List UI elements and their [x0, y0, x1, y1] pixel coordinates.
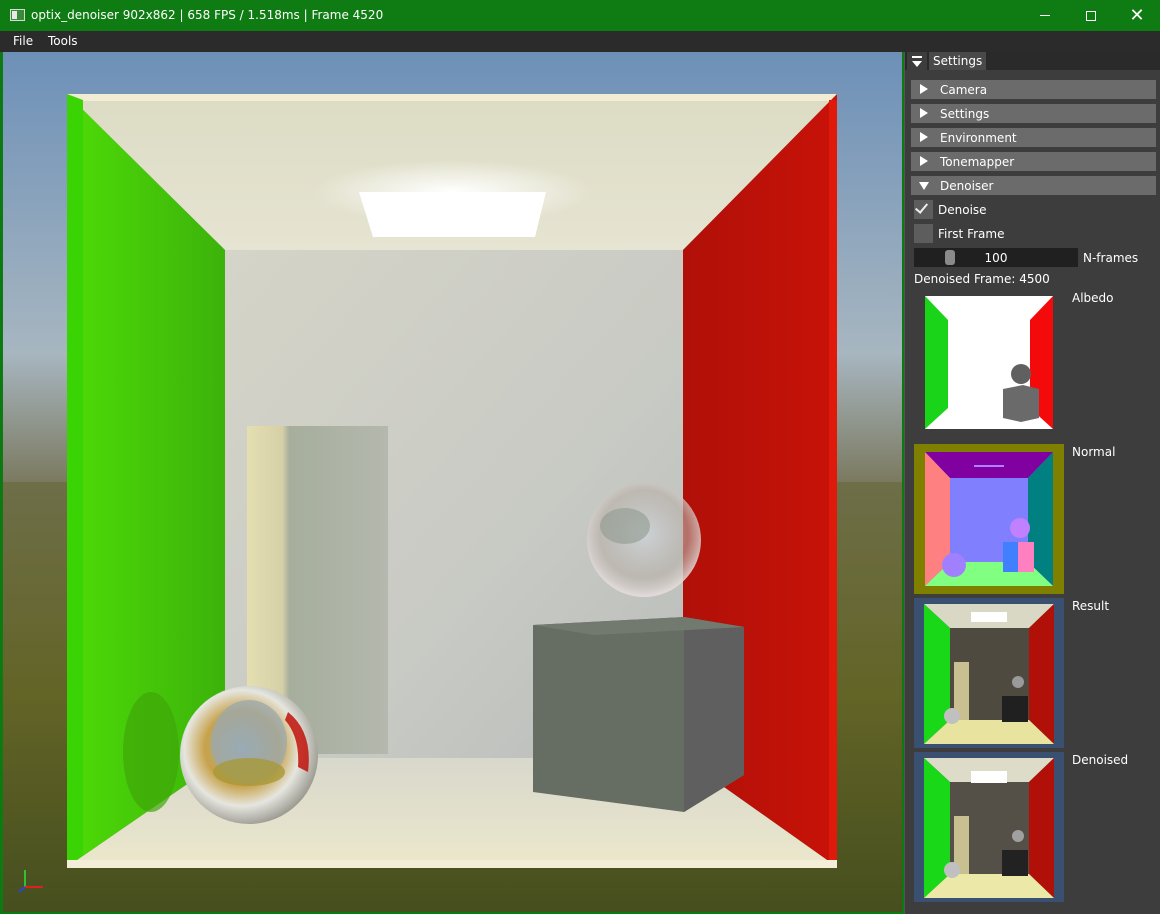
panel-tab-bar: Settings — [905, 52, 1160, 70]
panel-menu-button[interactable] — [907, 52, 927, 70]
section-tonemapper[interactable]: Tonemapper — [911, 152, 1156, 171]
minimize-icon — [1040, 15, 1050, 16]
nframes-label: N-frames — [1083, 251, 1139, 265]
section-denoiser[interactable]: Denoiser — [911, 176, 1156, 195]
expanded-arrow-icon — [919, 182, 929, 190]
collapsed-arrow-icon — [920, 132, 928, 142]
section-settings[interactable]: Settings — [911, 104, 1156, 123]
render-viewport[interactable] — [2, 52, 902, 912]
window-title: optix_denoiser 902x862 | 658 FPS / 1.518… — [31, 8, 384, 22]
menu-tools[interactable]: Tools — [48, 34, 78, 48]
denoised-buffer-image — [914, 752, 1064, 902]
maximize-button[interactable] — [1068, 0, 1114, 31]
albedo-label: Albedo — [1072, 291, 1114, 305]
title-bar[interactable]: optix_denoiser 902x862 | 658 FPS / 1.518… — [0, 0, 1160, 31]
normal-label: Normal — [1072, 445, 1116, 459]
first-frame-checkbox[interactable] — [914, 224, 933, 243]
section-environment[interactable]: Environment — [911, 128, 1156, 147]
denoised-label: Denoised — [1072, 753, 1129, 767]
collapsed-arrow-icon — [920, 108, 928, 118]
normal-buffer-image — [914, 444, 1064, 594]
settings-panel: Settings Camera Settings Environment Ton… — [904, 52, 1160, 914]
section-camera[interactable]: Camera — [911, 80, 1156, 99]
result-buffer-image — [914, 598, 1064, 748]
menu-file[interactable]: File — [13, 34, 33, 48]
denoised-frame-text: Denoised Frame: 4500 — [914, 272, 1050, 286]
section-label: Camera — [940, 83, 988, 97]
checkmark-icon — [914, 200, 929, 214]
menu-bar: File Tools — [0, 31, 1160, 52]
albedo-buffer-image — [914, 290, 1064, 440]
minimize-button[interactable] — [1022, 0, 1068, 31]
nframes-value: 100 — [984, 251, 1008, 265]
tab-settings[interactable]: Settings — [929, 52, 987, 70]
close-button[interactable]: ✕ — [1114, 0, 1160, 31]
collapsed-arrow-icon — [920, 84, 928, 94]
section-label: Denoiser — [940, 179, 994, 193]
denoise-label: Denoise — [938, 203, 987, 217]
collapsed-arrow-icon — [920, 156, 928, 166]
cornell-box-render — [3, 52, 902, 912]
maximize-icon — [1086, 10, 1096, 21]
first-frame-label: First Frame — [938, 227, 1005, 241]
result-label: Result — [1072, 599, 1110, 613]
app-icon — [10, 9, 25, 21]
nframes-slider[interactable]: 100 — [914, 248, 1078, 267]
section-label: Tonemapper — [940, 155, 1015, 169]
section-label: Settings — [940, 107, 990, 121]
close-icon: ✕ — [1129, 4, 1145, 26]
denoise-checkbox[interactable] — [914, 200, 933, 219]
section-label: Environment — [940, 131, 1017, 145]
